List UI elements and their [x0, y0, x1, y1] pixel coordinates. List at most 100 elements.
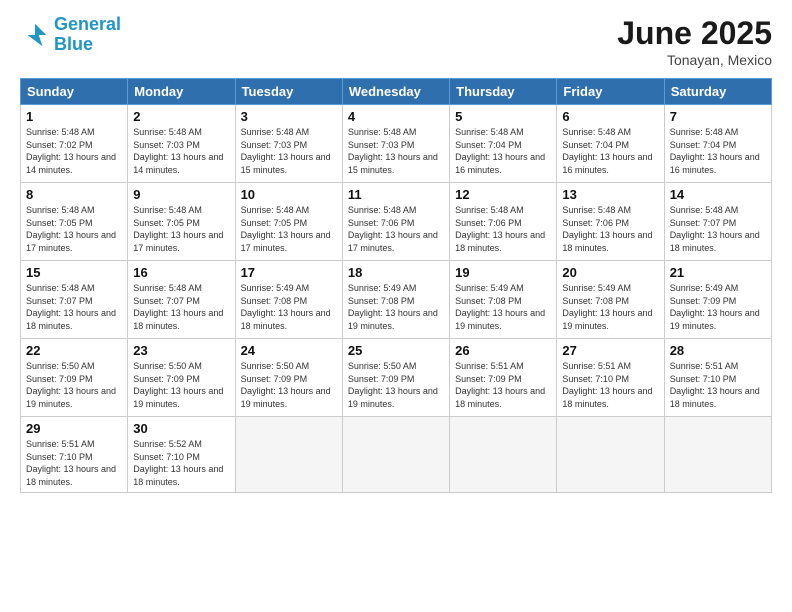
table-row: 21Sunrise: 5:49 AMSunset: 7:09 PMDayligh… [664, 261, 771, 339]
day-number: 28 [670, 343, 766, 358]
logo-icon [20, 20, 50, 50]
logo: General Blue [20, 15, 121, 55]
day-info: Sunrise: 5:48 AMSunset: 7:06 PMDaylight:… [562, 204, 658, 254]
table-row: 20 Sunrise: 5:49 AMSunset: 7:08 PMDayligh… [557, 261, 664, 339]
day-info: Sunrise: 5:48 AMSunset: 7:02 PMDaylight:… [26, 126, 122, 176]
day-info: Sunrise: 5:48 AMSunset: 7:03 PMDaylight:… [241, 126, 337, 176]
day-info: Sunrise: 5:48 AMSunset: 7:04 PMDaylight:… [562, 126, 658, 176]
table-row: 8 Sunrise: 5:48 AMSunset: 7:05 PMDaylight… [21, 183, 128, 261]
day-info: Sunrise: 5:50 AMSunset: 7:09 PMDaylight:… [26, 360, 122, 410]
day-info: Sunrise: 5:52 AMSunset: 7:10 PMDaylight:… [133, 438, 229, 488]
day-info: Sunrise: 5:49 AMSunset: 7:08 PMDaylight:… [562, 282, 658, 332]
table-row: 7 Sunrise: 5:48 AMSunset: 7:04 PMDaylight… [664, 105, 771, 183]
day-info: Sunrise: 5:48 AMSunset: 7:04 PMDaylight:… [455, 126, 551, 176]
day-info: Sunrise: 5:48 AMSunset: 7:05 PMDaylight:… [241, 204, 337, 254]
day-number: 10 [241, 187, 337, 202]
table-row: 29 Sunrise: 5:51 AMSunset: 7:10 PMDayligh… [21, 417, 128, 493]
day-number: 5 [455, 109, 551, 124]
day-number: 13 [562, 187, 658, 202]
day-info: Sunrise: 5:48 AMSunset: 7:04 PMDaylight:… [670, 126, 766, 176]
day-number: 12 [455, 187, 551, 202]
table-row: 11Sunrise: 5:48 AMSunset: 7:06 PMDayligh… [342, 183, 449, 261]
table-row: 6 Sunrise: 5:48 AMSunset: 7:04 PMDaylight… [557, 105, 664, 183]
day-info: Sunrise: 5:51 AMSunset: 7:09 PMDaylight:… [455, 360, 551, 410]
day-number: 1 [26, 109, 122, 124]
table-row: 4Sunrise: 5:48 AMSunset: 7:03 PMDaylight… [342, 105, 449, 183]
day-info: Sunrise: 5:49 AMSunset: 7:08 PMDaylight:… [455, 282, 551, 332]
day-number: 27 [562, 343, 658, 358]
day-number: 9 [133, 187, 229, 202]
day-info: Sunrise: 5:49 AMSunset: 7:08 PMDaylight:… [241, 282, 337, 332]
day-info: Sunrise: 5:49 AMSunset: 7:08 PMDaylight:… [348, 282, 444, 332]
table-row: 30Sunrise: 5:52 AMSunset: 7:10 PMDayligh… [128, 417, 235, 493]
day-info: Sunrise: 5:48 AMSunset: 7:03 PMDaylight:… [133, 126, 229, 176]
table-row: 10 Sunrise: 5:48 AMSunset: 7:05 PMDayligh… [235, 183, 342, 261]
table-row [450, 417, 557, 493]
table-row: 16 Sunrise: 5:48 AMSunset: 7:07 PMDayligh… [128, 261, 235, 339]
day-number: 8 [26, 187, 122, 202]
header-saturday: Saturday [664, 79, 771, 105]
table-row: 27 Sunrise: 5:51 AMSunset: 7:10 PMDayligh… [557, 339, 664, 417]
weekday-header-row: Sunday Monday Tuesday Wednesday Thursday… [21, 79, 772, 105]
day-number: 17 [241, 265, 337, 280]
header: General Blue June 2025 Tonayan, Mexico [20, 15, 772, 68]
table-row: 22 Sunrise: 5:50 AMSunset: 7:09 PMDayligh… [21, 339, 128, 417]
header-thursday: Thursday [450, 79, 557, 105]
day-number: 2 [133, 109, 229, 124]
logo-text: General Blue [54, 15, 121, 55]
table-row: 13 Sunrise: 5:48 AMSunset: 7:06 PMDayligh… [557, 183, 664, 261]
table-row: 18 Sunrise: 5:49 AMSunset: 7:08 PMDayligh… [342, 261, 449, 339]
day-number: 14 [670, 187, 766, 202]
table-row: 23Sunrise: 5:50 AMSunset: 7:09 PMDayligh… [128, 339, 235, 417]
table-row: 17 Sunrise: 5:49 AMSunset: 7:08 PMDayligh… [235, 261, 342, 339]
day-number: 23 [133, 343, 229, 358]
location-subtitle: Tonayan, Mexico [617, 52, 772, 68]
day-number: 18 [348, 265, 444, 280]
day-info: Sunrise: 5:51 AMSunset: 7:10 PMDaylight:… [26, 438, 122, 488]
calendar-table: Sunday Monday Tuesday Wednesday Thursday… [20, 78, 772, 493]
header-wednesday: Wednesday [342, 79, 449, 105]
table-row [557, 417, 664, 493]
table-row: 2 Sunrise: 5:48 AMSunset: 7:03 PMDaylight… [128, 105, 235, 183]
table-row [342, 417, 449, 493]
month-title: June 2025 [617, 15, 772, 52]
day-info: Sunrise: 5:49 AMSunset: 7:09 PMDaylight:… [670, 282, 766, 332]
table-row: 5 Sunrise: 5:48 AMSunset: 7:04 PMDaylight… [450, 105, 557, 183]
table-row: 28 Sunrise: 5:51 AMSunset: 7:10 PMDayligh… [664, 339, 771, 417]
table-row: 12 Sunrise: 5:48 AMSunset: 7:06 PMDayligh… [450, 183, 557, 261]
day-number: 20 [562, 265, 658, 280]
table-row: 26 Sunrise: 5:51 AMSunset: 7:09 PMDayligh… [450, 339, 557, 417]
table-row: 1 Sunrise: 5:48 AMSunset: 7:02 PMDaylight… [21, 105, 128, 183]
header-friday: Friday [557, 79, 664, 105]
day-number: 15 [26, 265, 122, 280]
day-info: Sunrise: 5:51 AMSunset: 7:10 PMDaylight:… [562, 360, 658, 410]
header-tuesday: Tuesday [235, 79, 342, 105]
day-info: Sunrise: 5:48 AMSunset: 7:05 PMDaylight:… [26, 204, 122, 254]
day-number: 24 [241, 343, 337, 358]
table-row: 15Sunrise: 5:48 AMSunset: 7:07 PMDayligh… [21, 261, 128, 339]
table-row: 14 Sunrise: 5:48 AMSunset: 7:07 PMDayligh… [664, 183, 771, 261]
day-info: Sunrise: 5:51 AMSunset: 7:10 PMDaylight:… [670, 360, 766, 410]
table-row: 19Sunrise: 5:49 AMSunset: 7:08 PMDayligh… [450, 261, 557, 339]
title-block: June 2025 Tonayan, Mexico [617, 15, 772, 68]
day-number: 4 [348, 109, 444, 124]
day-info: Sunrise: 5:48 AMSunset: 7:07 PMDaylight:… [133, 282, 229, 332]
day-number: 11 [348, 187, 444, 202]
table-row: 3Sunrise: 5:48 AMSunset: 7:03 PMDaylight… [235, 105, 342, 183]
day-number: 6 [562, 109, 658, 124]
day-number: 29 [26, 421, 122, 436]
day-info: Sunrise: 5:48 AMSunset: 7:05 PMDaylight:… [133, 204, 229, 254]
table-row [664, 417, 771, 493]
day-number: 7 [670, 109, 766, 124]
table-row: 9 Sunrise: 5:48 AMSunset: 7:05 PMDaylight… [128, 183, 235, 261]
day-number: 22 [26, 343, 122, 358]
day-number: 25 [348, 343, 444, 358]
day-info: Sunrise: 5:48 AMSunset: 7:07 PMDaylight:… [670, 204, 766, 254]
table-row: 24 Sunrise: 5:50 AMSunset: 7:09 PMDayligh… [235, 339, 342, 417]
day-info: Sunrise: 5:50 AMSunset: 7:09 PMDaylight:… [241, 360, 337, 410]
table-row [235, 417, 342, 493]
table-row: 25Sunrise: 5:50 AMSunset: 7:09 PMDayligh… [342, 339, 449, 417]
day-number: 16 [133, 265, 229, 280]
day-number: 26 [455, 343, 551, 358]
day-info: Sunrise: 5:48 AMSunset: 7:06 PMDaylight:… [455, 204, 551, 254]
